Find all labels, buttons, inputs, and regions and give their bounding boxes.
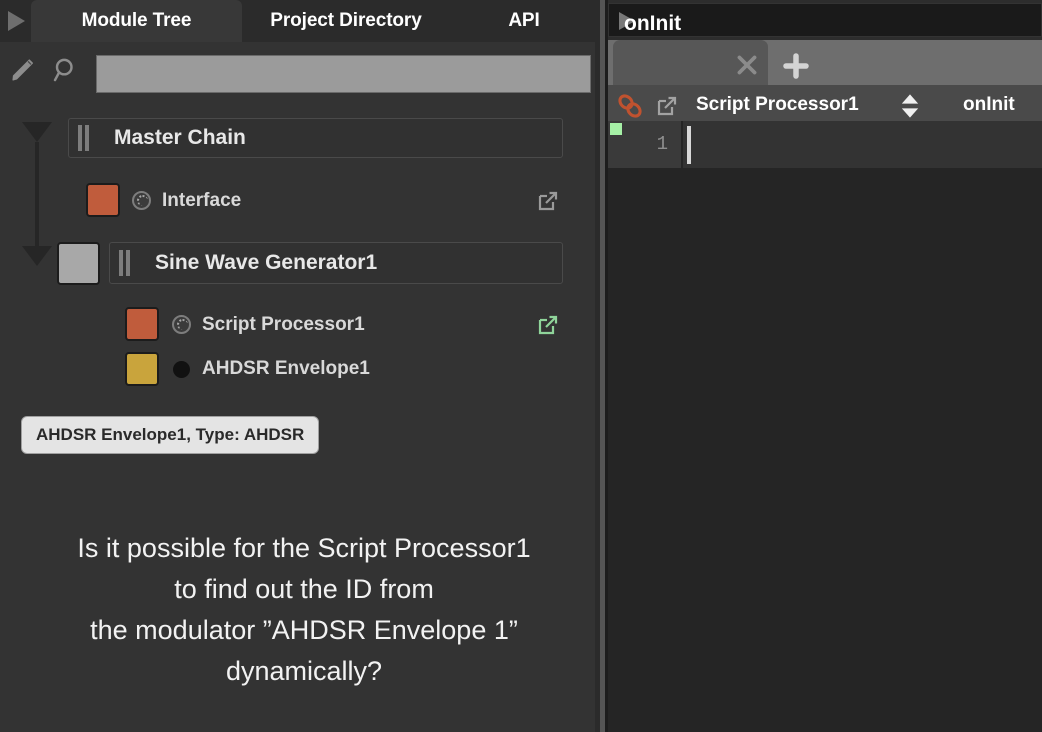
color-swatch-interface[interactable]: [86, 183, 120, 217]
script-editor-panel: onInit Script Processor1 onInit 1: [608, 0, 1042, 732]
tab-module-tree[interactable]: Module Tree: [31, 0, 242, 42]
tab-project-directory-label: Project Directory: [270, 10, 422, 31]
external-link-icon-interface[interactable]: [536, 189, 560, 213]
external-link-icon-editor[interactable]: [655, 94, 679, 118]
module-tree-panel: Module Tree Project Directory API Master…: [0, 0, 598, 732]
color-swatch-sine-wave-generator1[interactable]: [57, 242, 100, 285]
tree-row-script-processor1-label: Script Processor1: [202, 314, 365, 335]
dial-knob-icon: [132, 191, 151, 210]
tab-api[interactable]: API: [450, 0, 598, 42]
tooltip-ahdsr-envelope1: AHDSR Envelope1, Type: AHDSR: [21, 416, 320, 454]
tooltip-text: AHDSR Envelope1, Type: AHDSR: [36, 425, 305, 444]
expand-triangle-master-chain[interactable]: [22, 122, 52, 142]
color-swatch-ahdsr-envelope1[interactable]: [125, 352, 159, 386]
solid-dot-icon: [173, 361, 190, 378]
up-down-arrows-icon[interactable]: [896, 92, 924, 120]
text-caret: [687, 126, 691, 164]
search-icon[interactable]: [52, 56, 80, 84]
tab-api-label: API: [508, 10, 540, 31]
color-swatch-script-processor1[interactable]: [125, 307, 159, 341]
tree-row-master-chain-label: Master Chain: [114, 126, 246, 149]
tab-project-directory[interactable]: Project Directory: [242, 0, 450, 42]
search-input[interactable]: [96, 55, 591, 93]
tree-row-master-chain[interactable]: Master Chain: [68, 118, 563, 158]
tree-row-ahdsr-envelope1-label: AHDSR Envelope1: [202, 358, 370, 379]
app-window: Module Tree Project Directory API Master…: [0, 0, 1042, 732]
code-line-area[interactable]: [683, 121, 1042, 168]
tree-row-sine-wave-generator1-label: Sine Wave Generator1: [155, 251, 378, 274]
tab-module-tree-label: Module Tree: [81, 10, 192, 31]
annotation-question-text: Is it possible for the Script Processor1…: [77, 533, 531, 686]
drag-grip-icon[interactable]: [78, 125, 100, 151]
play-triangle-icon[interactable]: [8, 11, 25, 31]
code-editor[interactable]: 1: [608, 121, 1042, 732]
dial-knob-icon: [172, 315, 191, 334]
pencil-icon[interactable]: [9, 56, 37, 84]
close-x-icon[interactable]: [734, 52, 760, 78]
expand-triangle-sine-wave-generator1[interactable]: [22, 246, 52, 266]
line-number: 1: [656, 133, 668, 155]
annotation-question: Is it possible for the Script Processor1…: [8, 487, 600, 692]
callback-tab-oninit-label: onInit: [624, 12, 682, 35]
external-link-icon-script-processor1[interactable]: [536, 313, 560, 337]
tree-row-sine-wave-generator1[interactable]: Sine Wave Generator1: [109, 242, 563, 284]
tree-connector-line: [35, 142, 39, 254]
editor-module-selector[interactable]: Script Processor1: [696, 94, 859, 116]
left-tab-bar: Module Tree Project Directory API: [0, 0, 598, 42]
editor-callback-selector[interactable]: onInit: [963, 94, 1015, 116]
plus-icon[interactable]: [781, 51, 811, 81]
chain-link-icon[interactable]: [616, 92, 644, 120]
code-gutter[interactable]: 1: [608, 121, 681, 168]
tree-row-interface-label: Interface: [162, 190, 242, 211]
drag-grip-icon[interactable]: [119, 250, 141, 276]
